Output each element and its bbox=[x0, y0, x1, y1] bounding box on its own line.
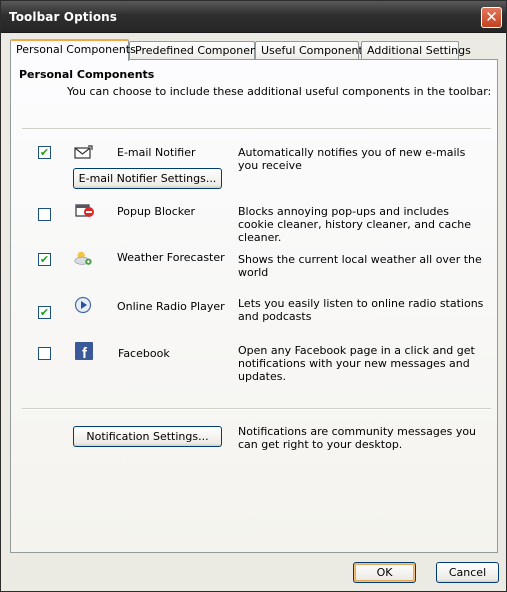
tab-additional-settings[interactable]: Additional Settings bbox=[361, 41, 471, 60]
section-title: Personal Components bbox=[19, 68, 155, 81]
tab-label: Useful Components bbox=[261, 44, 369, 57]
online-radio-player-checkbox[interactable]: ✔ bbox=[38, 306, 51, 319]
weather-icon bbox=[74, 251, 92, 265]
checkmark-icon: ✔ bbox=[39, 146, 50, 159]
tab-personal-components[interactable]: Personal Components bbox=[10, 39, 136, 61]
radio-play-icon bbox=[74, 296, 92, 314]
component-name: Weather Forecaster bbox=[117, 251, 225, 264]
facebook-checkbox[interactable] bbox=[38, 347, 51, 360]
divider bbox=[22, 408, 491, 410]
window-title: Toolbar Options bbox=[9, 10, 118, 24]
tab-predefined-components[interactable]: Predefined Components bbox=[129, 41, 267, 60]
checkmark-icon: ✔ bbox=[39, 306, 50, 319]
notifications-description: Notifications are community messages you… bbox=[238, 425, 477, 451]
email-notifier-settings-button[interactable]: E-mail Notifier Settings... bbox=[73, 168, 222, 189]
facebook-icon: f bbox=[75, 342, 93, 360]
weather-forecaster-checkbox[interactable]: ✔ bbox=[38, 253, 51, 266]
popup-blocker-icon bbox=[75, 204, 94, 217]
component-name: Popup Blocker bbox=[117, 205, 196, 218]
toolbar-options-window: Toolbar Options ✕ Personal Components Pr… bbox=[0, 0, 507, 592]
component-name: E-mail Notifier bbox=[117, 146, 196, 159]
tab-label: Additional Settings bbox=[367, 44, 471, 57]
popup-blocker-checkbox[interactable] bbox=[38, 208, 51, 221]
tab-label: Predefined Components bbox=[135, 44, 267, 57]
title-bar[interactable]: Toolbar Options ✕ bbox=[1, 1, 506, 33]
close-button[interactable]: ✕ bbox=[481, 7, 502, 28]
component-description: Open any Facebook page in a click and ge… bbox=[238, 344, 475, 383]
envelope-icon bbox=[74, 145, 93, 159]
component-description: Lets you easily listen to online radio s… bbox=[238, 297, 484, 323]
close-icon: ✕ bbox=[485, 8, 498, 26]
component-name: Facebook bbox=[118, 347, 170, 360]
cancel-button[interactable]: Cancel bbox=[436, 562, 499, 583]
ok-button[interactable]: OK bbox=[353, 562, 416, 583]
divider bbox=[22, 128, 491, 130]
component-description: Shows the current local weather all over… bbox=[238, 253, 482, 279]
tab-panel: Personal Components You can choose to in… bbox=[10, 59, 498, 553]
section-description: You can choose to include these addition… bbox=[67, 85, 492, 98]
email-notifier-checkbox[interactable]: ✔ bbox=[38, 146, 51, 159]
tab-label: Personal Components bbox=[16, 43, 136, 56]
component-description: Automatically notifies you of new e-mail… bbox=[238, 146, 466, 172]
checkmark-icon: ✔ bbox=[39, 253, 50, 266]
component-name: Online Radio Player bbox=[117, 300, 225, 313]
notification-settings-button[interactable]: Notification Settings... bbox=[73, 426, 222, 447]
tab-useful-components[interactable]: Useful Components bbox=[255, 41, 369, 60]
component-description: Blocks annoying pop-ups and includes coo… bbox=[238, 205, 472, 244]
